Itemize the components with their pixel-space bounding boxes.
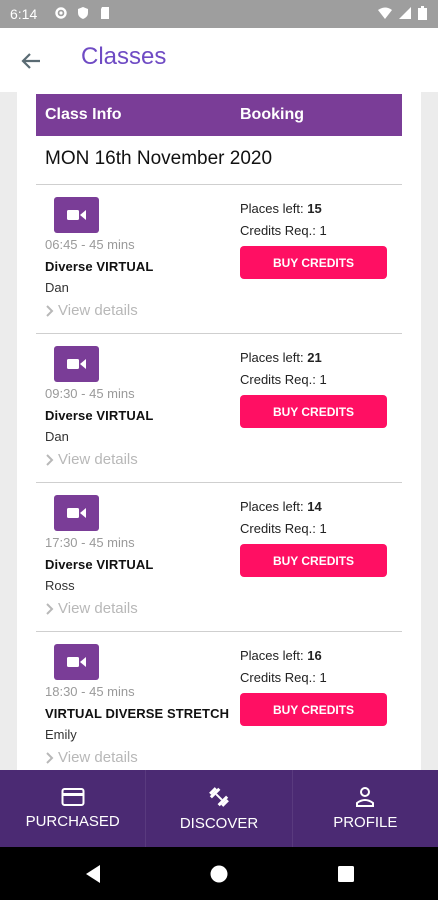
class-row: 09:30 - 45 mins Diverse VIRTUAL Dan View… — [36, 333, 402, 481]
system-navigation-bar — [0, 847, 438, 900]
chevron-right-icon — [46, 602, 54, 615]
video-camera-icon — [66, 657, 86, 667]
person-icon — [356, 787, 375, 807]
video-class-badge — [54, 495, 99, 531]
battery-icon — [418, 6, 427, 20]
video-class-badge — [54, 644, 99, 680]
class-instructor: Ross — [45, 578, 75, 593]
places-left: Places left: 21 — [240, 350, 322, 365]
home-circle-icon[interactable] — [209, 864, 229, 884]
nav-label: PROFILE — [333, 814, 398, 831]
places-left-label: Places left: — [240, 499, 304, 514]
class-row: 06:45 - 45 mins Diverse VIRTUAL Dan View… — [36, 184, 402, 332]
settings-icon — [55, 7, 67, 19]
class-time: 17:30 - 45 mins — [45, 535, 135, 550]
table-header: Class Info Booking — [36, 94, 402, 136]
view-details-link[interactable]: View details — [45, 451, 138, 468]
credits-required: Credits Req.: 1 — [240, 670, 327, 685]
places-left-value: 15 — [307, 201, 322, 216]
status-bar: 6:14 — [0, 0, 438, 28]
nav-item-purchased[interactable]: PURCHASED — [0, 770, 147, 847]
credits-required-label: Credits Req.: — [240, 521, 316, 536]
places-left-label: Places left: — [240, 648, 304, 663]
classes-card: Class Info Booking MON 16th November 202… — [17, 92, 421, 772]
view-details-label: View details — [58, 451, 138, 468]
credits-required-label: Credits Req.: — [240, 372, 316, 387]
places-left: Places left: 16 — [240, 648, 322, 663]
class-name: Diverse VIRTUAL — [45, 557, 154, 572]
class-name: VIRTUAL DIVERSE STRETCH — [45, 706, 230, 721]
shield-icon — [78, 7, 88, 19]
places-left-value: 14 — [307, 499, 322, 514]
credits-required: Credits Req.: 1 — [240, 521, 327, 536]
chevron-right-icon — [46, 453, 54, 466]
view-details-link[interactable]: View details — [45, 749, 138, 766]
places-left: Places left: 14 — [240, 499, 322, 514]
credit-card-icon — [61, 788, 85, 806]
credits-required-value: 1 — [319, 372, 327, 387]
places-left-label: Places left: — [240, 201, 304, 216]
class-instructor: Dan — [45, 280, 69, 295]
video-camera-icon — [66, 210, 86, 220]
class-instructor: Dan — [45, 429, 69, 444]
video-camera-icon — [66, 508, 86, 518]
view-details-label: View details — [58, 600, 138, 617]
video-camera-icon — [66, 359, 86, 369]
class-time: 06:45 - 45 mins — [45, 237, 135, 252]
column-header-booking: Booking — [240, 106, 304, 123]
view-details-link[interactable]: View details — [45, 302, 138, 319]
class-name: Diverse VIRTUAL — [45, 259, 154, 274]
back-button[interactable] — [16, 46, 46, 76]
class-time: 09:30 - 45 mins — [45, 386, 135, 401]
dumbbell-icon — [209, 787, 229, 807]
nav-label: DISCOVER — [179, 815, 259, 832]
credits-required: Credits Req.: 1 — [240, 223, 327, 238]
class-row: 17:30 - 45 mins Diverse VIRTUAL Ross Vie… — [36, 482, 402, 630]
buy-credits-button[interactable]: BUY CREDITS — [240, 693, 387, 726]
class-row: 18:30 - 45 mins VIRTUAL DIVERSE STRETCH … — [36, 631, 402, 772]
view-details-label: View details — [58, 749, 138, 766]
places-left: Places left: 15 — [240, 201, 322, 216]
class-name: Diverse VIRTUAL — [45, 408, 154, 423]
chevron-right-icon — [46, 751, 54, 764]
class-instructor: Emily — [45, 727, 77, 742]
buy-credits-button[interactable]: BUY CREDITS — [240, 395, 387, 428]
credits-required-label: Credits Req.: — [240, 223, 316, 238]
page-title: Classes — [81, 43, 167, 70]
credits-required-value: 1 — [319, 670, 327, 685]
bottom-navigation: PURCHASED DISCOVER PROFILE — [0, 770, 438, 847]
video-class-badge — [54, 346, 99, 382]
view-details-label: View details — [58, 302, 138, 319]
nav-label: PURCHASED — [25, 813, 120, 830]
class-time: 18:30 - 45 mins — [45, 684, 135, 699]
nav-item-discover[interactable]: DISCOVER — [146, 770, 293, 847]
credits-required: Credits Req.: 1 — [240, 372, 327, 387]
app-bar: Classes — [0, 28, 438, 92]
recents-square-icon[interactable] — [337, 865, 355, 883]
column-header-class-info: Class Info — [45, 106, 122, 123]
wifi-icon — [378, 7, 392, 19]
buy-credits-button[interactable]: BUY CREDITS — [240, 544, 387, 577]
places-left-label: Places left: — [240, 350, 304, 365]
arrow-left-icon — [21, 53, 40, 69]
chevron-right-icon — [46, 304, 54, 317]
date-heading: MON 16th November 2020 — [45, 148, 273, 169]
back-triangle-icon[interactable] — [84, 864, 102, 884]
credits-required-value: 1 — [319, 223, 327, 238]
places-left-value: 21 — [307, 350, 322, 365]
sd-card-icon — [101, 7, 109, 19]
places-left-value: 16 — [307, 648, 322, 663]
signal-icon — [399, 7, 411, 19]
credits-required-label: Credits Req.: — [240, 670, 316, 685]
buy-credits-button[interactable]: BUY CREDITS — [240, 246, 387, 279]
credits-required-value: 1 — [319, 521, 327, 536]
video-class-badge — [54, 197, 99, 233]
nav-item-profile[interactable]: PROFILE — [293, 770, 438, 847]
view-details-link[interactable]: View details — [45, 600, 138, 617]
status-time: 6:14 — [10, 6, 38, 22]
